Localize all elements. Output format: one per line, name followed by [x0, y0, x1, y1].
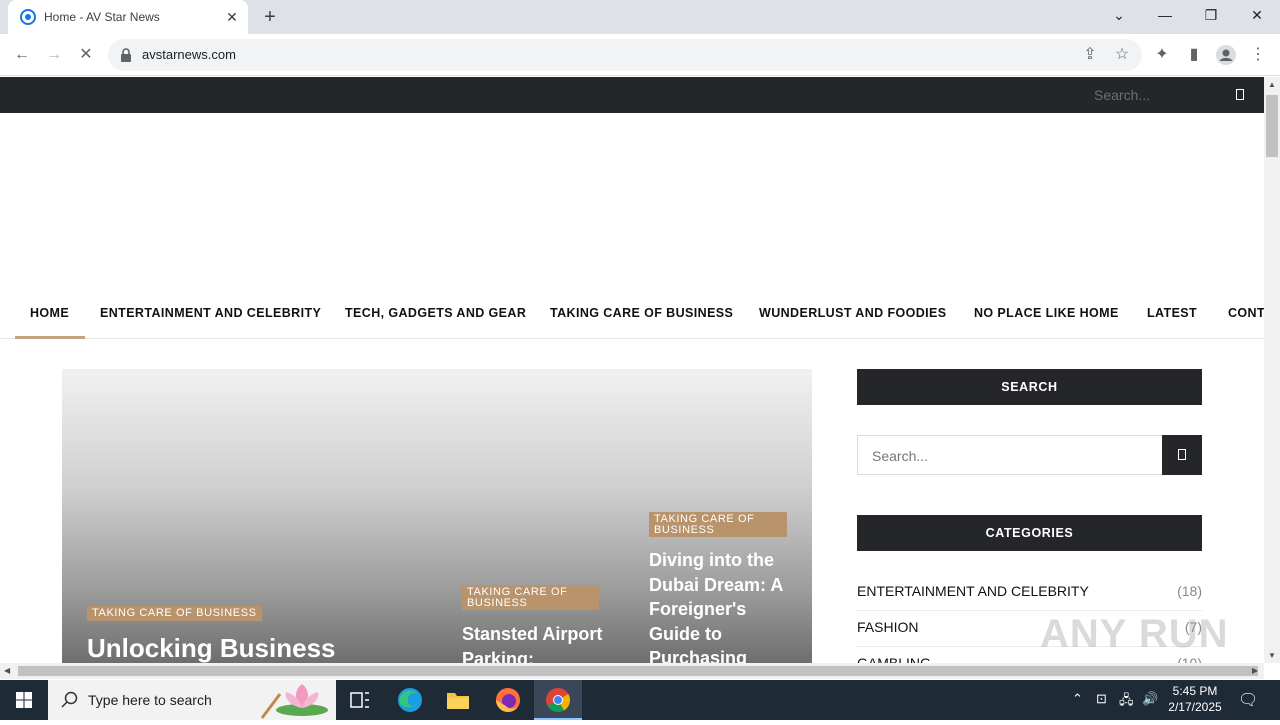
- notifications-icon[interactable]: 🗨: [1238, 690, 1258, 710]
- main-navigation: HOME ENTERTAINMENT AND CELEBRITY TECH, G…: [0, 295, 1264, 339]
- network-icon[interactable]: 🖧: [1119, 691, 1134, 713]
- tab-close-icon[interactable]: ✕: [224, 9, 240, 25]
- category-name[interactable]: GAMBLING: [857, 655, 931, 663]
- scroll-down-icon[interactable]: ▼: [1268, 651, 1276, 660]
- show-hidden-icons-icon[interactable]: ⌃: [1072, 691, 1083, 707]
- windows-taskbar: Type here to search ⌃ ⊡ 🖧 🔊 5:45 PM 2/17…: [0, 680, 1280, 720]
- tab-strip: Home - AV Star News ✕ + ⌄ — ❐ ✕: [0, 0, 1280, 34]
- edge-browser-icon[interactable]: [386, 680, 434, 720]
- topbar-search-icon[interactable]: [1236, 89, 1244, 100]
- device-icon[interactable]: ⊡: [1096, 691, 1107, 707]
- site-topbar: Search...: [0, 77, 1264, 113]
- share-icon[interactable]: ⇪: [1078, 43, 1102, 67]
- profile-avatar-icon[interactable]: [1214, 43, 1238, 67]
- url-text: avstarnews.com: [142, 47, 236, 62]
- back-icon[interactable]: ←: [10, 43, 34, 67]
- windows-logo-icon: [16, 692, 32, 708]
- sidebar-search-placeholder: Search...: [872, 448, 929, 464]
- hero-middle-title[interactable]: Stansted Airport Parking:: [462, 622, 612, 663]
- tab-title: Home - AV Star News: [44, 10, 160, 24]
- hero-main-badge[interactable]: TAKING CARE OF BUSINESS: [87, 606, 262, 621]
- stop-loading-icon[interactable]: ✕: [74, 43, 98, 67]
- nav-entertainment[interactable]: ENTERTAINMENT AND CELEBRITY: [100, 306, 321, 320]
- task-view-icon[interactable]: [336, 680, 384, 720]
- nav-wunderlust[interactable]: WUNDERLUST AND FOODIES: [759, 306, 947, 320]
- restore-button[interactable]: ❐: [1188, 0, 1234, 30]
- forward-icon[interactable]: →: [42, 43, 66, 67]
- vertical-scroll-thumb[interactable]: [1266, 95, 1278, 157]
- site-favicon-icon: [20, 9, 36, 25]
- taskbar-clock[interactable]: 5:45 PM 2/17/2025: [1162, 683, 1228, 715]
- side-panel-icon[interactable]: ▮: [1182, 43, 1206, 67]
- nav-tech[interactable]: TECH, GADGETS AND GEAR: [345, 306, 526, 320]
- lock-icon: [121, 48, 131, 62]
- topbar-search-input[interactable]: Search...: [1094, 87, 1150, 103]
- browser-tab[interactable]: Home - AV Star News ✕: [8, 0, 248, 34]
- taskbar-search-placeholder: Type here to search: [88, 692, 212, 708]
- nav-home[interactable]: HOME: [30, 306, 69, 320]
- hero-right-title[interactable]: Diving into the Dubai Dream: A Foreigner…: [649, 548, 789, 663]
- firefox-icon[interactable]: [484, 680, 532, 720]
- category-name[interactable]: FASHION: [857, 619, 918, 635]
- vertical-scrollbar[interactable]: ▲ ▼: [1264, 77, 1280, 663]
- start-button[interactable]: [0, 680, 48, 720]
- browser-toolbar: ← → ✕ avstarnews.com ⇪ ☆ ✦ ▮ ⋮: [0, 34, 1280, 76]
- lotus-flower-icon: [260, 684, 328, 719]
- scroll-up-icon[interactable]: ▲: [1268, 80, 1276, 89]
- extensions-icon[interactable]: ✦: [1150, 43, 1174, 67]
- nav-latest[interactable]: LATEST: [1147, 306, 1197, 320]
- nav-business[interactable]: TAKING CARE OF BUSINESS: [550, 306, 733, 320]
- minimize-button[interactable]: —: [1142, 0, 1188, 30]
- close-window-button[interactable]: ✕: [1234, 0, 1280, 30]
- bookmark-star-icon[interactable]: ☆: [1110, 43, 1134, 67]
- chrome-taskbar-icon[interactable]: [534, 680, 582, 720]
- hero-main-title[interactable]: Unlocking Business: [87, 633, 336, 663]
- search-icon: [1178, 449, 1186, 460]
- nav-home-living[interactable]: NO PLACE LIKE HOME: [974, 306, 1119, 320]
- horizontal-scrollbar[interactable]: ◀ ▶: [0, 663, 1264, 679]
- chrome-menu-icon[interactable]: ⋮: [1246, 43, 1270, 67]
- category-name[interactable]: ENTERTAINMENT AND CELEBRITY: [857, 583, 1089, 599]
- hero-right-badge[interactable]: TAKING CARE OF BUSINESS: [649, 512, 787, 537]
- clock-time: 5:45 PM: [1172, 684, 1218, 698]
- address-bar[interactable]: avstarnews.com ⇪ ☆: [108, 39, 1142, 71]
- category-item[interactable]: ENTERTAINMENT AND CELEBRITY (18): [857, 575, 1202, 611]
- scroll-left-icon[interactable]: ◀: [4, 666, 10, 675]
- new-tab-button[interactable]: +: [258, 6, 282, 28]
- sidebar-search-button[interactable]: [1162, 435, 1202, 475]
- sidebar-categories-heading: CATEGORIES: [857, 515, 1202, 551]
- anyrun-watermark: ANY RUN: [1040, 612, 1229, 656]
- clock-date: 2/17/2025: [1168, 700, 1222, 714]
- hero-featured-grid: TAKING CARE OF BUSINESS Unlocking Busine…: [62, 369, 812, 663]
- category-count: (18): [1177, 583, 1202, 599]
- hero-middle-badge[interactable]: TAKING CARE OF BUSINESS: [462, 585, 599, 610]
- taskbar-search-box[interactable]: Type here to search: [48, 680, 336, 720]
- nav-contact[interactable]: CONT: [1228, 306, 1264, 320]
- volume-icon[interactable]: 🔊: [1142, 691, 1158, 707]
- file-explorer-icon[interactable]: [434, 680, 482, 720]
- tab-search-icon[interactable]: ⌄: [1096, 0, 1142, 30]
- sidebar-search-input[interactable]: Search...: [857, 435, 1163, 475]
- search-icon: [61, 691, 78, 708]
- horizontal-scroll-thumb[interactable]: [18, 666, 1258, 676]
- nav-active-indicator: [15, 336, 85, 339]
- sidebar-search-heading: SEARCH: [857, 369, 1202, 405]
- web-page: Search... HOME ENTERTAINMENT AND CELEBRI…: [0, 77, 1264, 663]
- scroll-right-icon[interactable]: ▶: [1252, 666, 1258, 675]
